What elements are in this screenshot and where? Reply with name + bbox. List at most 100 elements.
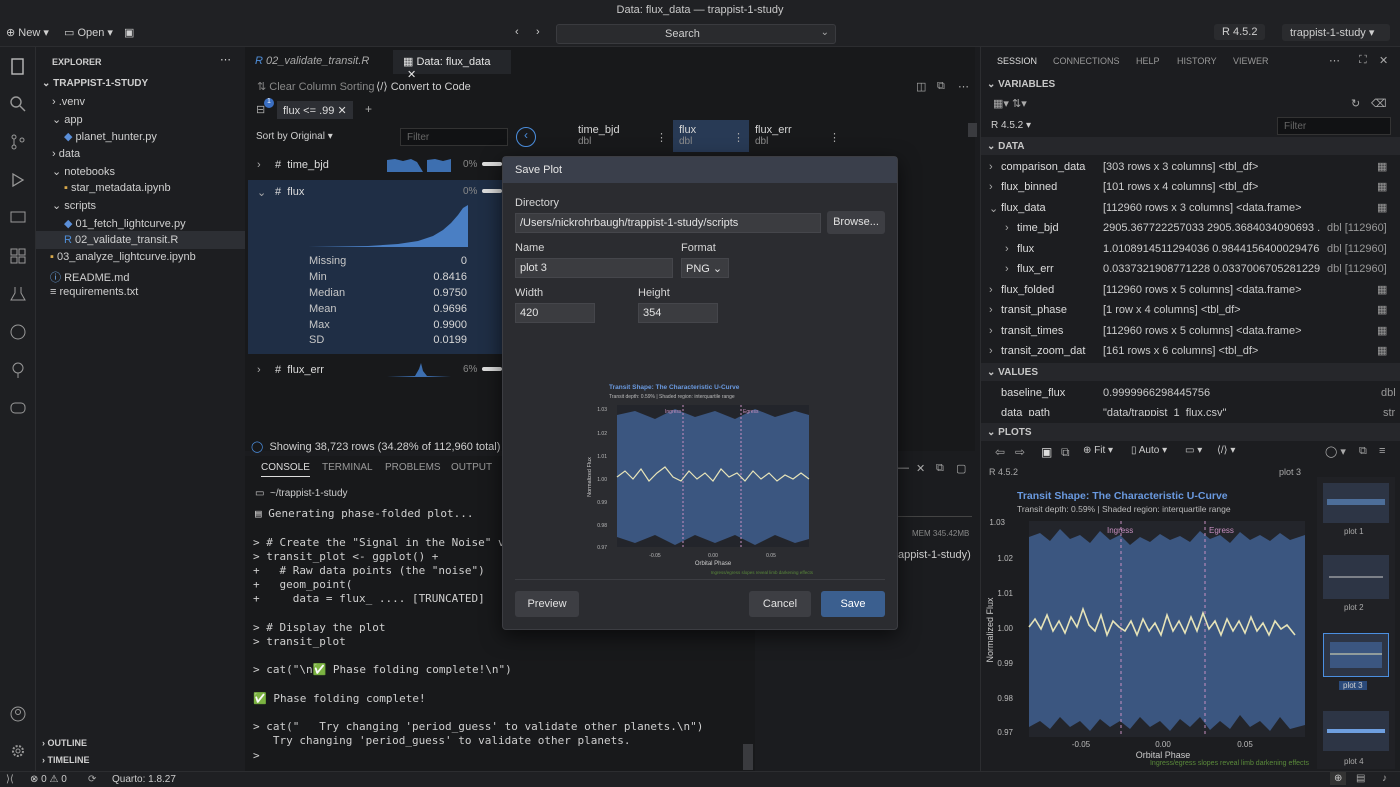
name-input[interactable]: plot 3: [515, 258, 673, 278]
data-section[interactable]: ⌄ DATA: [987, 141, 1024, 152]
tab-validate-transit[interactable]: R 02_validate_transit.R: [245, 50, 385, 74]
tab-terminal[interactable]: TERMINAL: [322, 462, 373, 473]
new-button[interactable]: ⊕ New ▾: [6, 26, 49, 39]
popout-icon[interactable]: ⧉: [1359, 445, 1367, 458]
clear-sort-button[interactable]: ⇅ Clear Column Sorting: [257, 80, 374, 93]
r-session-dropdown[interactable]: R 4.5.2 ▾: [991, 120, 1031, 131]
clear-plot-icon[interactable]: ◯ ▾: [1325, 445, 1346, 458]
open-button[interactable]: ▭ Open ▾: [64, 26, 113, 39]
outline-section[interactable]: › OUTLINE: [42, 738, 87, 748]
tree-item-validate[interactable]: R 02_validate_transit.R: [64, 234, 178, 246]
previous-plot-icon[interactable]: ⇦: [995, 445, 1005, 459]
sync-icon[interactable]: ⟳: [88, 774, 96, 785]
preview-button[interactable]: Preview: [515, 591, 579, 617]
copilot-icon[interactable]: [8, 398, 28, 418]
tree-item-analyze[interactable]: ▪ 03_analyze_lightcurve.ipynb: [50, 251, 196, 263]
plot-thumbnail[interactable]: [1323, 711, 1389, 751]
zoom-icon[interactable]: ⊕: [1330, 772, 1347, 785]
next-plot-icon[interactable]: ⇨: [1015, 445, 1025, 459]
clear-icon[interactable]: ⌫: [1371, 97, 1387, 110]
tab-session[interactable]: SESSION: [997, 56, 1037, 66]
tree-item-notebooks[interactable]: ⌄ notebooks: [52, 165, 115, 178]
variable-filter-input[interactable]: Filter: [1277, 117, 1391, 135]
close-icon[interactable]: ✕: [1379, 54, 1388, 67]
variable-name[interactable]: transit_zoom_dat: [1001, 345, 1097, 357]
tab-history[interactable]: HISTORY: [1177, 56, 1217, 66]
variable-name[interactable]: flux: [1017, 243, 1034, 255]
notification-bell-icon[interactable]: ♪: [1382, 773, 1387, 784]
variable-name[interactable]: comparison_data: [1001, 161, 1097, 173]
search-icon[interactable]: [8, 94, 28, 114]
maximize-icon[interactable]: ⛶: [1359, 54, 1367, 67]
cancel-button[interactable]: Cancel: [749, 591, 811, 617]
account-icon[interactable]: [8, 704, 28, 724]
back-icon[interactable]: ‹: [515, 26, 519, 38]
close-icon[interactable]: ✕: [916, 462, 925, 475]
tab-connections[interactable]: CONNECTIONS: [1053, 56, 1120, 66]
extensions-icon[interactable]: [8, 246, 28, 266]
more-icon[interactable]: ⋯: [220, 53, 231, 66]
tree-item-planet-hunter[interactable]: ◆ planet_hunter.py: [64, 130, 157, 143]
tab-help[interactable]: HELP: [1136, 56, 1160, 66]
tree-item-scripts[interactable]: ⌄ scripts: [52, 199, 96, 212]
testing-icon[interactable]: [8, 284, 28, 304]
zoom-fit-dropdown[interactable]: ⊕ Fit ▾: [1083, 445, 1113, 456]
summary-row-time-bjd[interactable]: # time_bjd: [275, 159, 329, 171]
column-header-flux-err[interactable]: flux_err dbl: [755, 124, 792, 147]
table-icon[interactable]: ▦: [1377, 160, 1387, 173]
variable-name[interactable]: flux_err: [1017, 263, 1054, 275]
gear-icon[interactable]: [8, 741, 28, 761]
plots-section[interactable]: ⌄ PLOTS: [987, 427, 1032, 438]
scrollbar[interactable]: [968, 123, 977, 137]
close-icon[interactable]: ✕: [337, 105, 346, 117]
tab-flux-data[interactable]: ▦ Data: flux_data ✕: [393, 50, 511, 81]
plot-thumbnail[interactable]: [1323, 483, 1389, 523]
deploy-icon[interactable]: [8, 360, 28, 380]
more-actions-icon[interactable]: ⋯: [958, 80, 969, 93]
table-icon[interactable]: ▦: [1377, 324, 1387, 337]
values-section[interactable]: ⌄ VALUES: [987, 367, 1038, 378]
popout-icon[interactable]: ⧉: [937, 80, 945, 93]
problems-status[interactable]: ⊗ 0 ⚠ 0: [30, 774, 67, 785]
expand-icon[interactable]: ›: [1005, 243, 1009, 255]
collapse-summary-icon[interactable]: ‹: [516, 127, 536, 147]
table-icon[interactable]: ▦: [1377, 303, 1387, 316]
tree-item-readme[interactable]: ⓘ README.md: [50, 269, 129, 285]
browse-button[interactable]: Browse...: [827, 211, 885, 234]
variable-name[interactable]: time_bjd: [1017, 222, 1059, 234]
variables-section[interactable]: ⌄ VARIABLES: [987, 79, 1055, 90]
variable-name[interactable]: flux_folded: [1001, 284, 1054, 296]
sort-dropdown[interactable]: Sort by Original ▾: [256, 131, 333, 142]
minimize-icon[interactable]: —: [898, 462, 909, 474]
table-icon[interactable]: ▦: [1377, 180, 1387, 193]
variable-name[interactable]: transit_times: [1001, 325, 1063, 337]
tree-item-star-metadata[interactable]: ▪ star_metadata.ipynb: [64, 182, 171, 194]
forward-icon[interactable]: ›: [536, 26, 540, 38]
save-plot-icon[interactable]: ▣: [1041, 445, 1052, 459]
variable-name[interactable]: transit_phase: [1001, 304, 1067, 316]
filter-chip[interactable]: flux <= .99 ✕: [277, 101, 353, 119]
tree-item-fetch[interactable]: ◆ 01_fetch_lightcurve.py: [64, 217, 186, 230]
collapse-icon[interactable]: ⌄: [989, 202, 998, 215]
code-dropdown[interactable]: ⟨/⟩ ▾: [1217, 445, 1235, 456]
height-input[interactable]: 354: [638, 303, 718, 323]
expand-icon[interactable]: ›: [989, 161, 993, 173]
run-debug-icon[interactable]: [8, 170, 28, 190]
r-version-button[interactable]: R 4.5.2: [1214, 24, 1266, 40]
expand-icon[interactable]: ›: [989, 325, 993, 337]
tab-problems[interactable]: PROBLEMS: [385, 462, 441, 473]
expand-icon[interactable]: ›: [1005, 222, 1009, 234]
column-filter-input[interactable]: Filter: [400, 128, 508, 146]
split-icon[interactable]: ◫: [916, 80, 926, 93]
project-button[interactable]: trappist-1-study ▾: [1282, 24, 1390, 41]
export-dropdown[interactable]: ▭ ▾: [1185, 445, 1202, 456]
variable-name[interactable]: flux_binned: [1001, 181, 1057, 193]
table-icon[interactable]: ▦: [1377, 344, 1387, 357]
column-menu-icon[interactable]: ⋮: [656, 131, 667, 144]
tree-item-app[interactable]: ⌄ app: [52, 113, 83, 126]
console-scrollbar[interactable]: [743, 744, 753, 770]
refresh-icon[interactable]: ↻: [1351, 97, 1360, 110]
remote-icon[interactable]: [8, 208, 28, 228]
timeline-section[interactable]: › TIMELINE: [42, 755, 90, 765]
files-icon[interactable]: [8, 57, 28, 77]
